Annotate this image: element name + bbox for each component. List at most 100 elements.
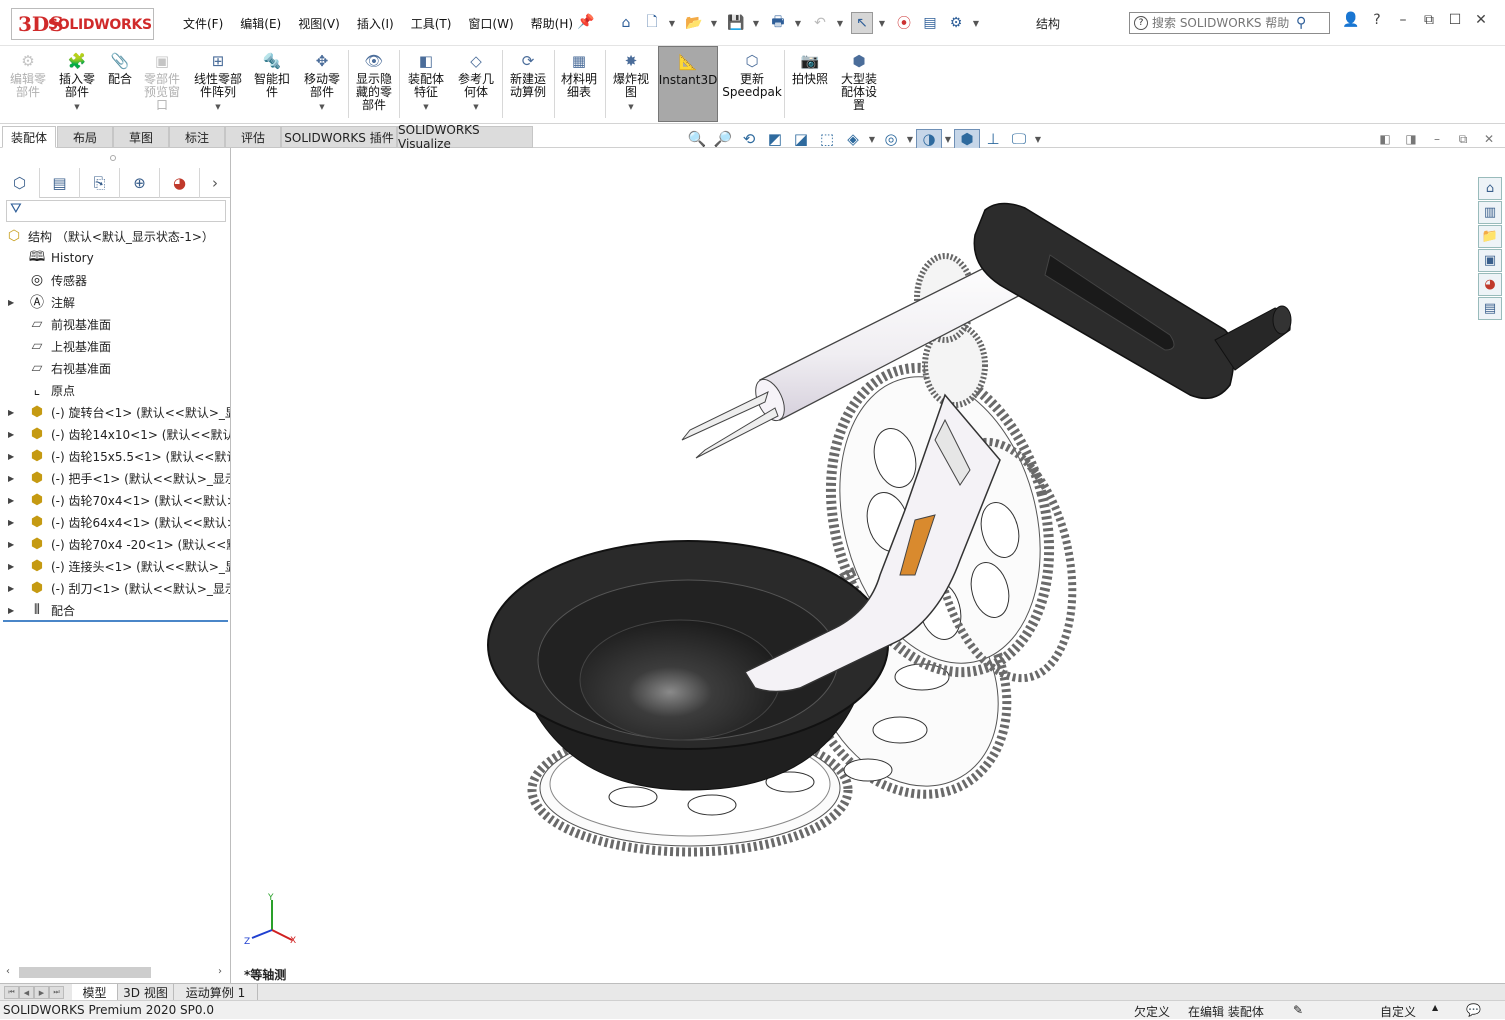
exploded-view-button[interactable]: ✸ 爆炸视 图 ▼ (608, 50, 654, 122)
tree-item[interactable]: ▶ ⬢ (-) 刮刀<1> (默认<<默认>_显示 (0, 577, 230, 599)
design-library-icon[interactable]: ▥ (1478, 201, 1502, 224)
scroll-left-icon[interactable]: ‹ (0, 966, 16, 977)
custom-properties-icon[interactable]: ▤ (1478, 297, 1502, 320)
prev-tab-icon[interactable]: ◀ (19, 986, 34, 999)
home-icon[interactable]: ⌂ (615, 12, 637, 34)
appearance-dropdown-icon[interactable]: ▼ (942, 135, 954, 144)
zoom-to-fit-icon[interactable]: 🔍 (684, 130, 710, 148)
take-snapshot-button[interactable]: 📷 拍快照 (788, 50, 832, 122)
expand-arrow-icon[interactable]: ▶ (8, 298, 14, 307)
units-dropdown-icon[interactable]: ▲ (1432, 1003, 1438, 1012)
menu-help[interactable]: 帮助(H) (531, 15, 573, 33)
menu-file[interactable]: 文件(F) (183, 15, 223, 33)
expand-arrow-icon[interactable]: ▶ (8, 540, 14, 549)
tree-filter[interactable]: ⛛ (6, 200, 226, 222)
viewport-collapse-right-icon[interactable]: ◨ (1398, 132, 1424, 147)
expand-arrow-icon[interactable]: ▶ (8, 430, 14, 439)
menu-edit[interactable]: 编辑(E) (240, 15, 281, 33)
display-manager-tab-icon[interactable]: ◕ (160, 168, 200, 198)
select-dropdown-icon[interactable]: ▼ (877, 12, 887, 34)
next-tab-icon[interactable]: ▶ (34, 986, 49, 999)
new-document-icon[interactable]: 🗋 (641, 12, 663, 34)
save-icon[interactable]: 💾 (725, 12, 747, 34)
dynamic-annotation-icon[interactable]: ◪ (788, 130, 814, 148)
dropdown-arrow-icon[interactable]: ▼ (74, 101, 79, 114)
dimxpert-manager-tab-icon[interactable]: ⊕ (120, 168, 160, 198)
hide-show-dropdown-icon[interactable]: ▼ (904, 135, 916, 144)
dropdown-arrow-icon[interactable]: ▼ (473, 101, 478, 114)
expand-arrow-icon[interactable]: ▶ (8, 606, 14, 615)
maximize-icon[interactable]: ☐ (1442, 12, 1468, 28)
reference-geometry-button[interactable]: ◇ 参考几 何体 ▼ (453, 50, 499, 122)
tab-solidworks-addins[interactable]: SOLIDWORKS 插件 (281, 126, 397, 148)
menu-insert[interactable]: 插入(I) (357, 15, 394, 33)
first-tab-icon[interactable]: ⏮ (4, 986, 19, 999)
restore-icon[interactable]: ⧉ (1416, 12, 1442, 28)
solidworks-resources-icon[interactable]: ⌂ (1478, 177, 1502, 200)
chevron-right-icon[interactable]: › (200, 168, 230, 198)
dropdown-arrow-icon[interactable]: ▼ (215, 101, 220, 114)
view-palette-icon[interactable]: ▣ (1478, 249, 1502, 272)
notifications-icon[interactable]: 💬 (1466, 1003, 1481, 1017)
smart-fasteners-button[interactable]: 🔩 智能扣 件 (250, 50, 294, 122)
units-selector[interactable]: 自定义 (1380, 1003, 1416, 1020)
expand-arrow-icon[interactable]: ▶ (8, 408, 14, 417)
help-search-input[interactable] (1152, 16, 1292, 30)
new-dropdown-icon[interactable]: ▼ (667, 12, 677, 34)
view-settings-monitor-icon[interactable]: 🖵 (1006, 130, 1032, 148)
tree-item[interactable]: ▶ ⬢ (-) 齿轮14x10<1> (默认<<默认> (0, 423, 230, 445)
update-speedpak-button[interactable]: ⬡ 更新 Speedpak (722, 50, 782, 122)
assembly-model-view[interactable]: Y X Z (232, 148, 1505, 984)
feature-manager-tab-icon[interactable]: ⬡ (0, 168, 40, 198)
file-explorer-icon[interactable]: 📁 (1478, 225, 1502, 248)
section-view-icon[interactable]: ◩ (762, 130, 788, 148)
close-icon[interactable]: ✕ (1468, 12, 1494, 28)
insert-components-button[interactable]: 🧩 插入零 部件 ▼ (55, 50, 99, 122)
tree-item[interactable]: ◎ 传感器 (0, 269, 230, 291)
scroll-right-icon[interactable]: › (212, 966, 228, 977)
viewport-restore-icon[interactable]: ⧉ (1450, 132, 1476, 147)
bill-of-materials-button[interactable]: ▦ 材料明 细表 (557, 50, 601, 122)
tree-horizontal-scrollbar[interactable]: ‹ › (0, 962, 230, 980)
viewport-collapse-left-icon[interactable]: ◧ (1372, 132, 1398, 147)
undo-icon[interactable]: ↶ (809, 12, 831, 34)
tab-markup[interactable]: 标注 (169, 126, 225, 148)
expand-arrow-icon[interactable]: ▶ (8, 496, 14, 505)
edit-component-button[interactable]: ⚙ 编辑零 部件 (6, 50, 50, 122)
expand-arrow-icon[interactable]: ▶ (8, 562, 14, 571)
graphics-area[interactable]: Y X Z ⌂ ▥ 📁 ▣ ◕ ▤ (232, 148, 1505, 984)
tab-model[interactable]: 模型 (72, 984, 118, 1000)
apply-scene-icon[interactable]: ⊥ (980, 130, 1006, 148)
new-motion-study-button[interactable]: ⟳ 新建运 动算例 (505, 50, 551, 122)
minimize-icon[interactable]: – (1390, 12, 1416, 28)
expand-arrow-icon[interactable]: ▶ (8, 452, 14, 461)
zoom-to-area-icon[interactable]: 🔎 (710, 130, 736, 148)
dropdown-arrow-icon[interactable]: ▼ (319, 101, 324, 114)
menu-window[interactable]: 窗口(W) (468, 15, 513, 33)
open-dropdown-icon[interactable]: ▼ (709, 12, 719, 34)
pin-menu-icon[interactable]: 📌 (577, 14, 594, 30)
help-icon[interactable]: ? (1364, 12, 1390, 28)
panel-grip[interactable] (110, 155, 116, 161)
tree-item[interactable]: 🕮 History (0, 247, 230, 269)
rebuild-status-icon[interactable]: ✎ (1293, 1003, 1303, 1017)
dropdown-arrow-icon[interactable]: ▼ (628, 101, 633, 114)
tree-item[interactable]: ▶ Ⓐ 注解 (0, 291, 230, 313)
appearances-icon[interactable]: ◕ (1478, 273, 1502, 296)
view-orientation-icon[interactable]: ⬚ (814, 130, 840, 148)
filter-icon[interactable]: ⛛ (10, 201, 22, 217)
tab-evaluate[interactable]: 评估 (225, 126, 281, 148)
solidworks-logo[interactable]: 3DS SOLIDWORKS (11, 8, 154, 40)
menu-view[interactable]: 视图(V) (298, 15, 340, 33)
display-style-dropdown-icon[interactable]: ▼ (866, 135, 878, 144)
tab-solidworks-visualize[interactable]: SOLIDWORKS Visualize (397, 123, 533, 151)
dropdown-arrow-icon[interactable]: ▼ (423, 101, 428, 114)
tab-assembly[interactable]: 装配体 (2, 126, 56, 148)
tree-item[interactable]: ▶ ⬢ (-) 齿轮15x5.5<1> (默认<<默认 (0, 445, 230, 467)
tree-item[interactable]: ▶ ⬢ (-) 把手<1> (默认<<默认>_显示 (0, 467, 230, 489)
hide-show-items-icon[interactable]: ◎ (878, 130, 904, 148)
tree-rollback-bar[interactable] (3, 620, 228, 622)
tab-motion-study[interactable]: 运动算例 1 (174, 984, 258, 1000)
search-icon[interactable]: ⚲ (1296, 15, 1306, 31)
expand-arrow-icon[interactable]: ▶ (8, 474, 14, 483)
